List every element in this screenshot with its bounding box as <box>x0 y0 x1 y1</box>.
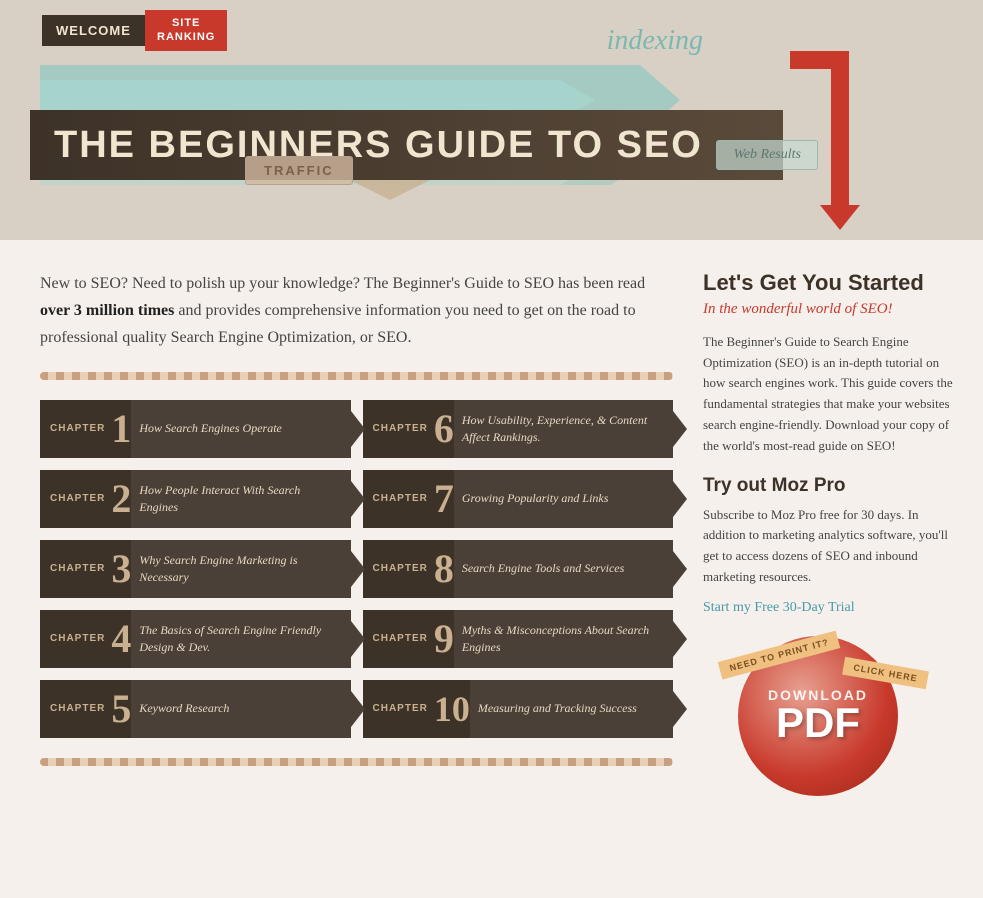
free-trial-link[interactable]: Start my Free 30-Day Trial <box>703 600 855 615</box>
main-title-bar: THE BEGINNERS GUIDE TO SEO <box>30 110 783 180</box>
chapter-10-item[interactable]: CHAPTER 10 Measuring and Tracking Succes… <box>363 680 674 738</box>
pdf-big-text: PDF <box>776 702 860 744</box>
sidebar-trial-text: Subscribe to Moz Pro free for 30 days. I… <box>703 505 953 588</box>
chapter-5-item[interactable]: CHAPTER 5 Keyword Research <box>40 680 351 738</box>
chapter-7-item[interactable]: CHAPTER 7 Growing Popularity and Links <box>363 470 674 528</box>
site-ranking-badge: SITERANKING <box>145 10 227 51</box>
sidebar-subheading: In the wonderful world of SEO! <box>703 300 953 320</box>
traffic-label: TRAFFIC <box>245 156 353 185</box>
chapter-1-item[interactable]: CHAPTER 1 How Search Engines Operate <box>40 400 351 458</box>
chapter-3-item[interactable]: CHAPTER 3 Why Search Engine Marketing is… <box>40 540 351 598</box>
sidebar-heading: Let's Get You Started <box>703 270 953 296</box>
decorative-divider-top <box>40 372 673 380</box>
pdf-download-widget[interactable]: NEED TO PRINT IT? CLICK HERE DOWNLOAD PD… <box>703 636 953 816</box>
content-wrapper: New to SEO? Need to polish up your knowl… <box>0 240 983 836</box>
left-content: New to SEO? Need to polish up your knowl… <box>40 270 703 816</box>
sidebar-body: The Beginner's Guide to Search Engine Op… <box>703 332 953 457</box>
welcome-badge: WELCOME <box>42 15 145 46</box>
chapter-9-item[interactable]: CHAPTER 9 Myths & Misconceptions About S… <box>363 610 674 668</box>
intro-paragraph: New to SEO? Need to polish up your knowl… <box>40 270 673 352</box>
chapter-4-item[interactable]: CHAPTER 4 The Basics of Search Engine Fr… <box>40 610 351 668</box>
decorative-divider-bottom <box>40 758 673 766</box>
right-sidebar: Let's Get You Started In the wonderful w… <box>703 270 953 816</box>
web-results-badge: Web Results <box>716 140 818 170</box>
moz-section-title: Try out Moz Pro <box>703 475 953 497</box>
main-title: THE BEGINNERS GUIDE TO SEO <box>54 126 759 164</box>
chapters-grid: CHAPTER 1 How Search Engines Operate CHA… <box>40 400 673 738</box>
indexing-label: indexing <box>607 25 703 57</box>
chapter-6-item[interactable]: CHAPTER 6 How Usability, Experience, & C… <box>363 400 674 458</box>
chapter-2-item[interactable]: CHAPTER 2 How People Interact With Searc… <box>40 470 351 528</box>
header-banner: WELCOME SITERANKING indexing Web Results… <box>0 0 983 240</box>
chapter-8-item[interactable]: CHAPTER 8 Search Engine Tools and Servic… <box>363 540 674 598</box>
